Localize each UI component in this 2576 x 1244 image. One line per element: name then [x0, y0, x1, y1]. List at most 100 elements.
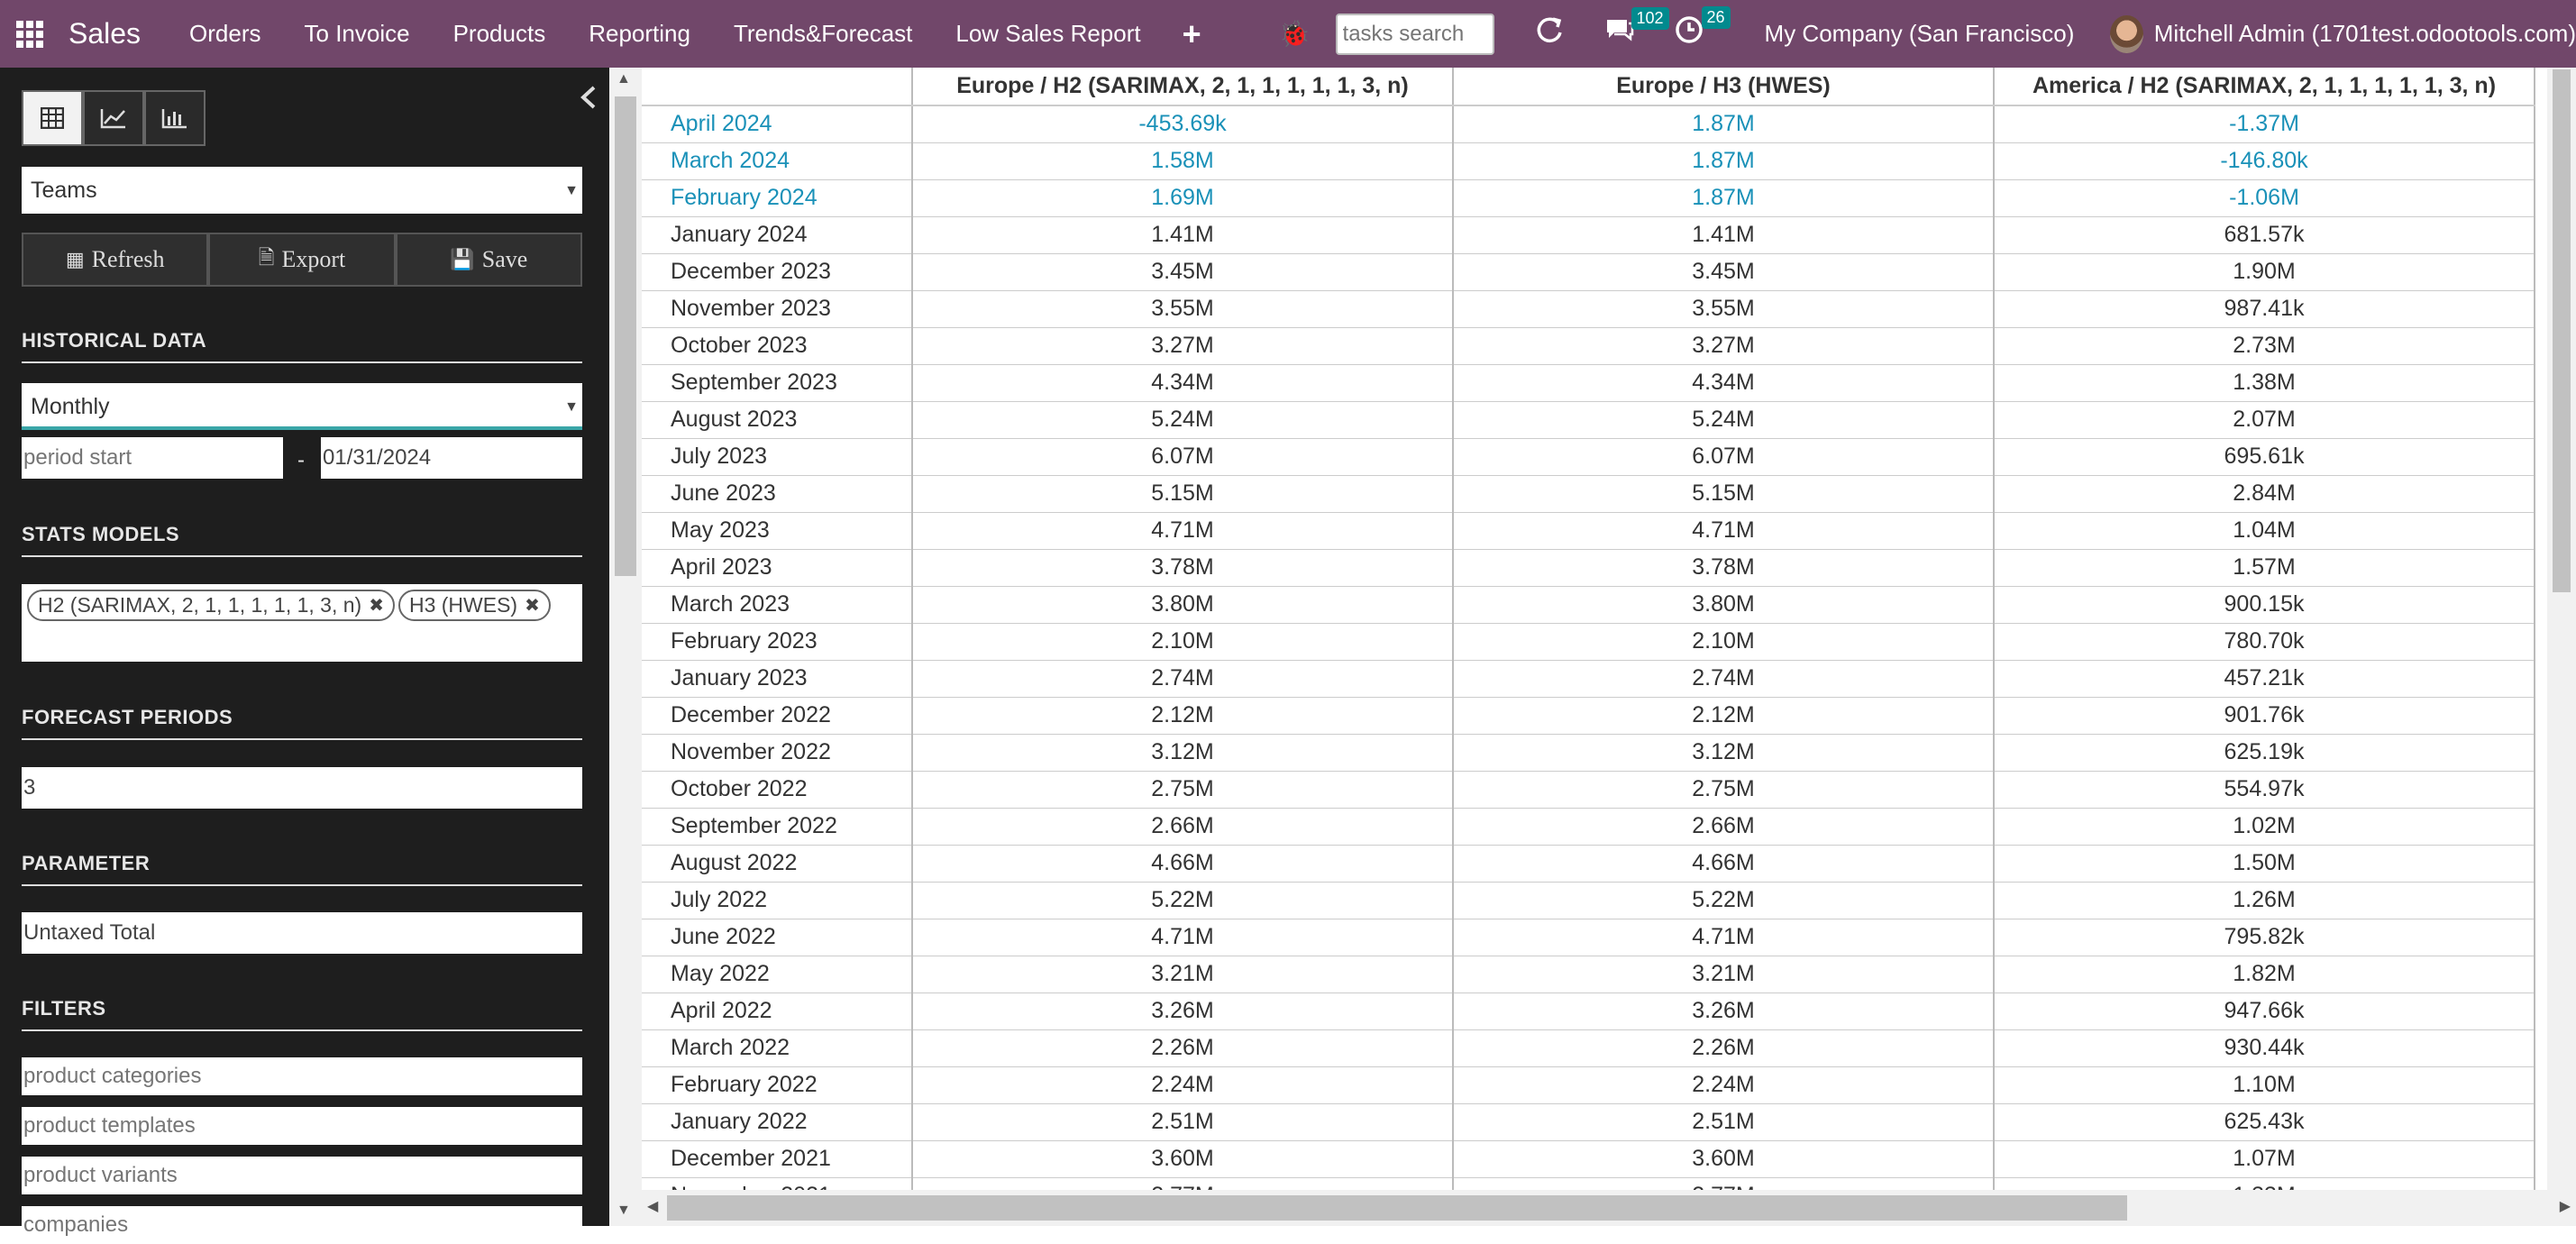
- period-cell: April 2023: [642, 549, 913, 587]
- table-row: March 2022 2.26M 2.26M 930.44k: [642, 1029, 2535, 1067]
- scrollbar-thumb[interactable]: [2553, 69, 2571, 592]
- column-header[interactable]: Europe / H2 (SARIMAX, 2, 1, 1, 1, 1, 1, …: [912, 68, 1454, 106]
- bar-chart-view-icon[interactable]: [144, 90, 206, 146]
- filter-product-variants[interactable]: [22, 1157, 582, 1194]
- table-row: February 2022 2.24M 2.24M 1.10M: [642, 1066, 2535, 1104]
- value-cell: 2.77M: [1453, 1177, 1995, 1190]
- period-cell: July 2022: [642, 882, 913, 919]
- scroll-right-arrow-icon[interactable]: ▶: [2560, 1197, 2571, 1215]
- app-brand[interactable]: Sales: [69, 17, 141, 50]
- plus-icon[interactable]: +: [1183, 15, 1201, 53]
- value-cell: 2.12M: [912, 697, 1454, 735]
- scrollbar-thumb[interactable]: [667, 1195, 2127, 1221]
- value-cell: 2.10M: [1453, 623, 1995, 661]
- scroll-down-arrow-icon[interactable]: ▼: [617, 1203, 631, 1219]
- menu-products[interactable]: Products: [453, 20, 546, 48]
- value-cell: 1.50M: [1994, 845, 2535, 883]
- value-cell: -146.80k: [1994, 142, 2535, 180]
- period-type-select[interactable]: Monthly ▼: [22, 383, 582, 430]
- period-end-input[interactable]: [321, 437, 582, 479]
- remove-tag-icon[interactable]: ✖: [369, 594, 384, 617]
- menu-reporting[interactable]: Reporting: [589, 20, 690, 48]
- value-cell: 1.26M: [1994, 882, 2535, 919]
- parameter-input[interactable]: [22, 912, 582, 954]
- user-avatar[interactable]: [2110, 14, 2143, 53]
- value-cell: 5.22M: [912, 882, 1454, 919]
- value-cell: 3.80M: [912, 586, 1454, 624]
- value-cell: 2.73M: [1994, 327, 2535, 365]
- menu-to-invoice[interactable]: To Invoice: [305, 20, 410, 48]
- table-view-icon[interactable]: [22, 90, 83, 146]
- value-cell: -453.69k: [912, 105, 1454, 143]
- period-cell: April 2022: [642, 992, 913, 1030]
- period-cell: May 2022: [642, 956, 913, 993]
- column-header[interactable]: America / H2 (SARIMAX, 2, 1, 1, 1, 1, 1,…: [1994, 68, 2535, 106]
- activities-clock-icon[interactable]: 26: [1675, 6, 1731, 52]
- value-cell: 5.24M: [912, 401, 1454, 439]
- period-cell: March 2023: [642, 586, 913, 624]
- filter-product-categories[interactable]: [22, 1057, 582, 1095]
- column-header[interactable]: Europe / H3 (HWES): [1453, 68, 1995, 106]
- value-cell: 1.57M: [1994, 549, 2535, 587]
- value-cell: 3.26M: [912, 992, 1454, 1030]
- value-cell: 1.69M: [912, 179, 1454, 217]
- filter-product-templates[interactable]: [22, 1107, 582, 1145]
- line-chart-view-icon[interactable]: [83, 90, 144, 146]
- right-vertical-scrollbar[interactable]: [2547, 68, 2576, 1190]
- model-tag-h2: H2 (SARIMAX, 2, 1, 1, 1, 1, 1, 3, n) ✖: [27, 590, 395, 621]
- scrollbar-thumb[interactable]: [615, 96, 636, 576]
- table-row: July 2022 5.22M 5.22M 1.26M: [642, 882, 2535, 919]
- floppy-save-icon: 💾: [450, 248, 475, 270]
- table-row: February 2024 1.69M 1.87M -1.06M: [642, 179, 2535, 217]
- menu-low-sales-report[interactable]: Low Sales Report: [955, 20, 1140, 48]
- period-cell: May 2023: [642, 512, 913, 550]
- activities-badge: 26: [1701, 6, 1731, 29]
- value-cell: 4.71M: [912, 919, 1454, 956]
- export-button[interactable]: 🗎 Export: [208, 233, 396, 287]
- value-cell: 901.76k: [1994, 697, 2535, 735]
- refresh-circle-icon[interactable]: [1534, 14, 1565, 53]
- apps-menu-icon[interactable]: [16, 20, 43, 48]
- user-menu[interactable]: Mitchell Admin (1701test.odootools.com): [2154, 20, 2576, 48]
- debug-bug-icon[interactable]: 🐞: [1279, 19, 1311, 49]
- menu-orders[interactable]: Orders: [189, 20, 260, 48]
- company-switcher[interactable]: My Company (San Francisco): [1765, 20, 2075, 48]
- messages-icon[interactable]: 102: [1604, 7, 1669, 51]
- table-row: November 2023 3.55M 3.55M 987.41k: [642, 290, 2535, 328]
- filters-title: FILTERS: [22, 997, 582, 1031]
- value-cell: 947.66k: [1994, 992, 2535, 1030]
- value-cell: 1.87M: [1453, 142, 1995, 180]
- value-cell: 3.45M: [912, 253, 1454, 291]
- period-cell: February 2022: [642, 1066, 913, 1104]
- remove-tag-icon[interactable]: ✖: [525, 594, 540, 617]
- refresh-button[interactable]: ▦ Refresh: [22, 233, 209, 287]
- table-viewport: Europe / H2 (SARIMAX, 2, 1, 1, 1, 1, 1, …: [642, 68, 2547, 1190]
- left-vertical-scrollbar[interactable]: ▲ ▼: [609, 68, 642, 1226]
- scroll-left-arrow-icon[interactable]: ◀: [647, 1197, 658, 1215]
- value-cell: 1.87M: [1453, 179, 1995, 217]
- value-cell: 457.21k: [1994, 660, 2535, 698]
- scroll-up-arrow-icon[interactable]: ▲: [617, 71, 631, 87]
- filter-companies[interactable]: [22, 1206, 582, 1244]
- period-start-input[interactable]: [22, 437, 283, 479]
- save-button[interactable]: 💾 Save: [395, 233, 582, 287]
- tasks-search-input[interactable]: [1335, 13, 1494, 55]
- group-by-select[interactable]: Teams ▼: [22, 167, 582, 214]
- menu-trends-forecast[interactable]: Trends&Forecast: [734, 20, 912, 48]
- table-row: July 2023 6.07M 6.07M 695.61k: [642, 438, 2535, 476]
- table-row: June 2023 5.15M 5.15M 2.84M: [642, 475, 2535, 513]
- stats-models-tags[interactable]: H2 (SARIMAX, 2, 1, 1, 1, 1, 1, 3, n) ✖ H3…: [22, 584, 582, 662]
- collapse-sidebar-chevron-left-icon[interactable]: [580, 86, 597, 116]
- forecast-periods-input[interactable]: [22, 767, 582, 809]
- value-cell: 1.41M: [912, 216, 1454, 254]
- value-cell: 2.24M: [912, 1066, 1454, 1104]
- period-cell: September 2022: [642, 808, 913, 846]
- table-row: December 2023 3.45M 3.45M 1.90M: [642, 253, 2535, 291]
- horizontal-scrollbar[interactable]: ◀ ▶: [642, 1190, 2576, 1226]
- value-cell: 1.04M: [1994, 512, 2535, 550]
- forecast-table: Europe / H2 (SARIMAX, 2, 1, 1, 1, 1, 1, …: [642, 68, 2535, 1190]
- value-cell: 695.61k: [1994, 438, 2535, 476]
- value-cell: 3.12M: [912, 734, 1454, 772]
- value-cell: 4.71M: [912, 512, 1454, 550]
- table-row: November 2022 3.12M 3.12M 625.19k: [642, 734, 2535, 772]
